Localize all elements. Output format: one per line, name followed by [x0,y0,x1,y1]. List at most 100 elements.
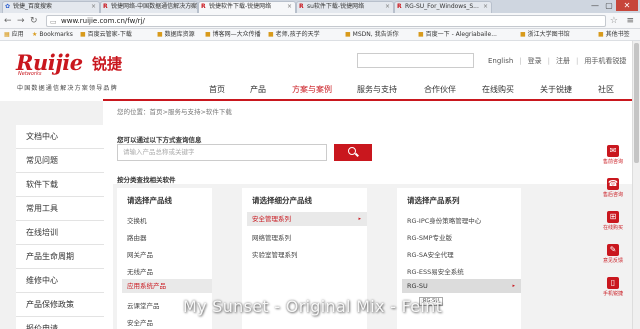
forward-arrow-icon[interactable]: → [17,15,25,27]
nav-home[interactable]: 首页 [209,84,225,95]
nav-buy-online[interactable]: 在线购买 [482,84,514,95]
header-divider [103,99,640,101]
bookmarks-bar: ▦ 应用 ★ Bookmarks ■ 百度云管家-下载 ■ 数据库资源 ■ 博客网—大众传… [0,29,640,41]
bookmark-item[interactable]: ■ 浙江大学图书馆 [520,29,570,40]
back-arrow-icon[interactable]: ← [4,15,12,27]
scrollbar-thumb[interactable] [634,43,639,163]
list-item[interactable]: 交换机 [127,215,147,225]
sidebar-item-downloads[interactable]: 软件下载 [16,173,104,197]
sidebar-item-training[interactable]: 在线培训 [16,221,104,245]
product-search-input[interactable]: 请输入产品总称或关键字 [117,144,327,161]
phone-icon: ▯ [607,277,619,289]
close-tab-icon[interactable]: × [189,2,194,12]
bookmark-item[interactable]: ▦ 应用 [4,29,24,40]
folder-icon: ■ [345,31,351,38]
site-search-input[interactable] [357,53,474,68]
bookmark-item[interactable]: ★ Bookmarks [32,29,73,40]
feedback-button[interactable]: ✎ 意见反馈 [598,241,628,271]
list-item[interactable]: RG-ESS易安全系统 [407,266,464,276]
cart-icon: ⊞ [607,211,619,223]
feedback-icon: ✎ [607,244,619,256]
bookmark-item[interactable]: ■ MSDN, 我告诉你 [345,29,399,40]
sidebar-item-tools[interactable]: 常用工具 [16,197,104,221]
close-tab-icon[interactable]: × [385,2,390,12]
register-link[interactable]: 注册 [556,57,570,65]
sidebar-item-repair[interactable]: 维修中心 [16,269,104,293]
list-item[interactable]: 安全产品 [127,317,153,327]
reload-icon[interactable]: ↻ [30,15,38,27]
close-tab-icon[interactable]: × [91,2,96,12]
folder-icon: ■ [80,31,86,38]
nav-service-support[interactable]: 服务与支持 [357,84,397,95]
column-heading: 请选择产品线 [127,196,172,205]
mobile-link[interactable]: 用手机看锐捷 [584,57,626,65]
now-playing-caption: My Sunset - Original Mix - Feint [183,297,443,316]
search-button[interactable] [334,144,372,161]
list-item[interactable]: 路由器 [127,232,147,242]
list-item-selected[interactable]: 安全管理系列 ▸ [247,212,367,226]
ruijie-r-icon: R [397,3,402,10]
sidebar-item-quote[interactable]: 报价申请 [16,317,104,329]
list-item[interactable]: RG-SMP专业版 [407,232,452,242]
list-item[interactable]: 网络管理系列 [252,232,291,242]
login-link[interactable]: 登录 [528,57,542,65]
list-item[interactable]: RG-IPC身份策略管理中心 [407,215,481,225]
sidebar-item-lifecycle[interactable]: 产品生命周期 [16,245,104,269]
bookmark-item[interactable]: ■ 博客网—大众传播 [205,29,261,40]
buy-online-button[interactable]: ⊞ 在线购买 [598,208,628,238]
category-section-title: 按分类查找相关软件 [117,176,176,184]
browser-tab[interactable]: ✿ 锐捷_百度搜索 × [2,1,100,13]
nav-solutions[interactable]: 方案与案例 [292,84,332,95]
tab-label: RG-SU_For_Windows_S... [405,3,479,10]
english-link[interactable]: English [488,57,513,65]
sidebar-item-warranty[interactable]: 产品保修政策 [16,293,104,317]
ruijie-r-icon: R [201,3,206,10]
minimize-button[interactable]: — [588,0,602,11]
bookmark-item[interactable]: ■ 百度一下 - Alegriabaile... [418,29,497,40]
bookmark-item[interactable]: ■ 百度云管家-下载 [80,29,132,40]
nav-community[interactable]: 社区 [598,84,614,95]
list-item[interactable]: 无线产品 [127,266,153,276]
bookmark-item[interactable]: ■ 数据库资源 [157,29,195,40]
arrow-right-icon: ▸ [358,216,361,222]
url-text: www.ruijie.com.cn/fw/rj/ [61,17,145,25]
nav-about[interactable]: 关于锐捷 [540,84,572,95]
list-item[interactable]: 实验室管理系列 [252,249,298,259]
arrow-right-icon: ▸ [512,283,515,289]
bookmark-item[interactable]: ■ 其他书签 [598,29,630,40]
url-input[interactable]: ▭ www.ruijie.com.cn/fw/rj/ [46,15,606,27]
bookmark-star-icon[interactable]: ☆ [610,15,618,27]
list-item[interactable]: 云课堂产品 [127,300,160,310]
list-item-selected[interactable]: 应用系统产品 [122,279,212,293]
logo-chinese-text[interactable]: 锐捷 [92,53,122,74]
divider: | [547,57,550,65]
list-item[interactable]: RG-SA安全代理 [407,249,454,259]
folder-icon: ■ [520,31,526,38]
list-item[interactable]: 网关产品 [127,249,153,259]
nav-products[interactable]: 产品 [250,84,266,95]
browser-tab-active[interactable]: R 锐捷软件下载-锐捷网络 × [198,1,296,13]
search-section-title: 您可以通过以下方式查询信息 [117,136,202,144]
menu-icon[interactable]: ≡ [626,15,634,27]
bookmark-item[interactable]: ■ 老师,孩子的天学 [268,29,320,40]
close-tab-icon[interactable]: × [483,2,488,12]
mobile-ruijie-button[interactable]: ▯ 手机锐捷 [598,274,628,304]
tab-strip: ✿ 锐捷_百度搜索 × R 锐捷网络-中国数据通信解决方案 × R 锐捷软件下载… [0,0,640,13]
search-icon-handle [355,152,359,157]
sidebar-item-faq[interactable]: 常见问题 [16,149,104,173]
browser-tab[interactable]: R 锐捷网络-中国数据通信解决方案 × [100,1,198,13]
browser-tab[interactable]: R su软件下载-锐捷网络 × [296,1,394,13]
divider: | [576,57,579,65]
sidebar-item-docs[interactable]: 文档中心 [16,125,104,149]
nav-partners[interactable]: 合作伙伴 [424,84,456,95]
chat-icon: ✉ [607,145,619,157]
tab-label: su软件下载-锐捷网络 [307,3,365,10]
scrollbar[interactable] [632,41,640,329]
maximize-button[interactable]: ▢ [602,0,616,11]
browser-tab[interactable]: R RG-SU_For_Windows_S... × [394,1,492,13]
close-window-button[interactable]: ✕ [616,0,638,11]
close-tab-icon[interactable]: × [287,2,292,12]
list-item-selected[interactable]: RG-SU ▸ [402,279,521,293]
presale-consult-button[interactable]: ✉ 售前咨询 [598,142,628,172]
aftersale-consult-button[interactable]: ☎ 售后咨询 [598,175,628,205]
